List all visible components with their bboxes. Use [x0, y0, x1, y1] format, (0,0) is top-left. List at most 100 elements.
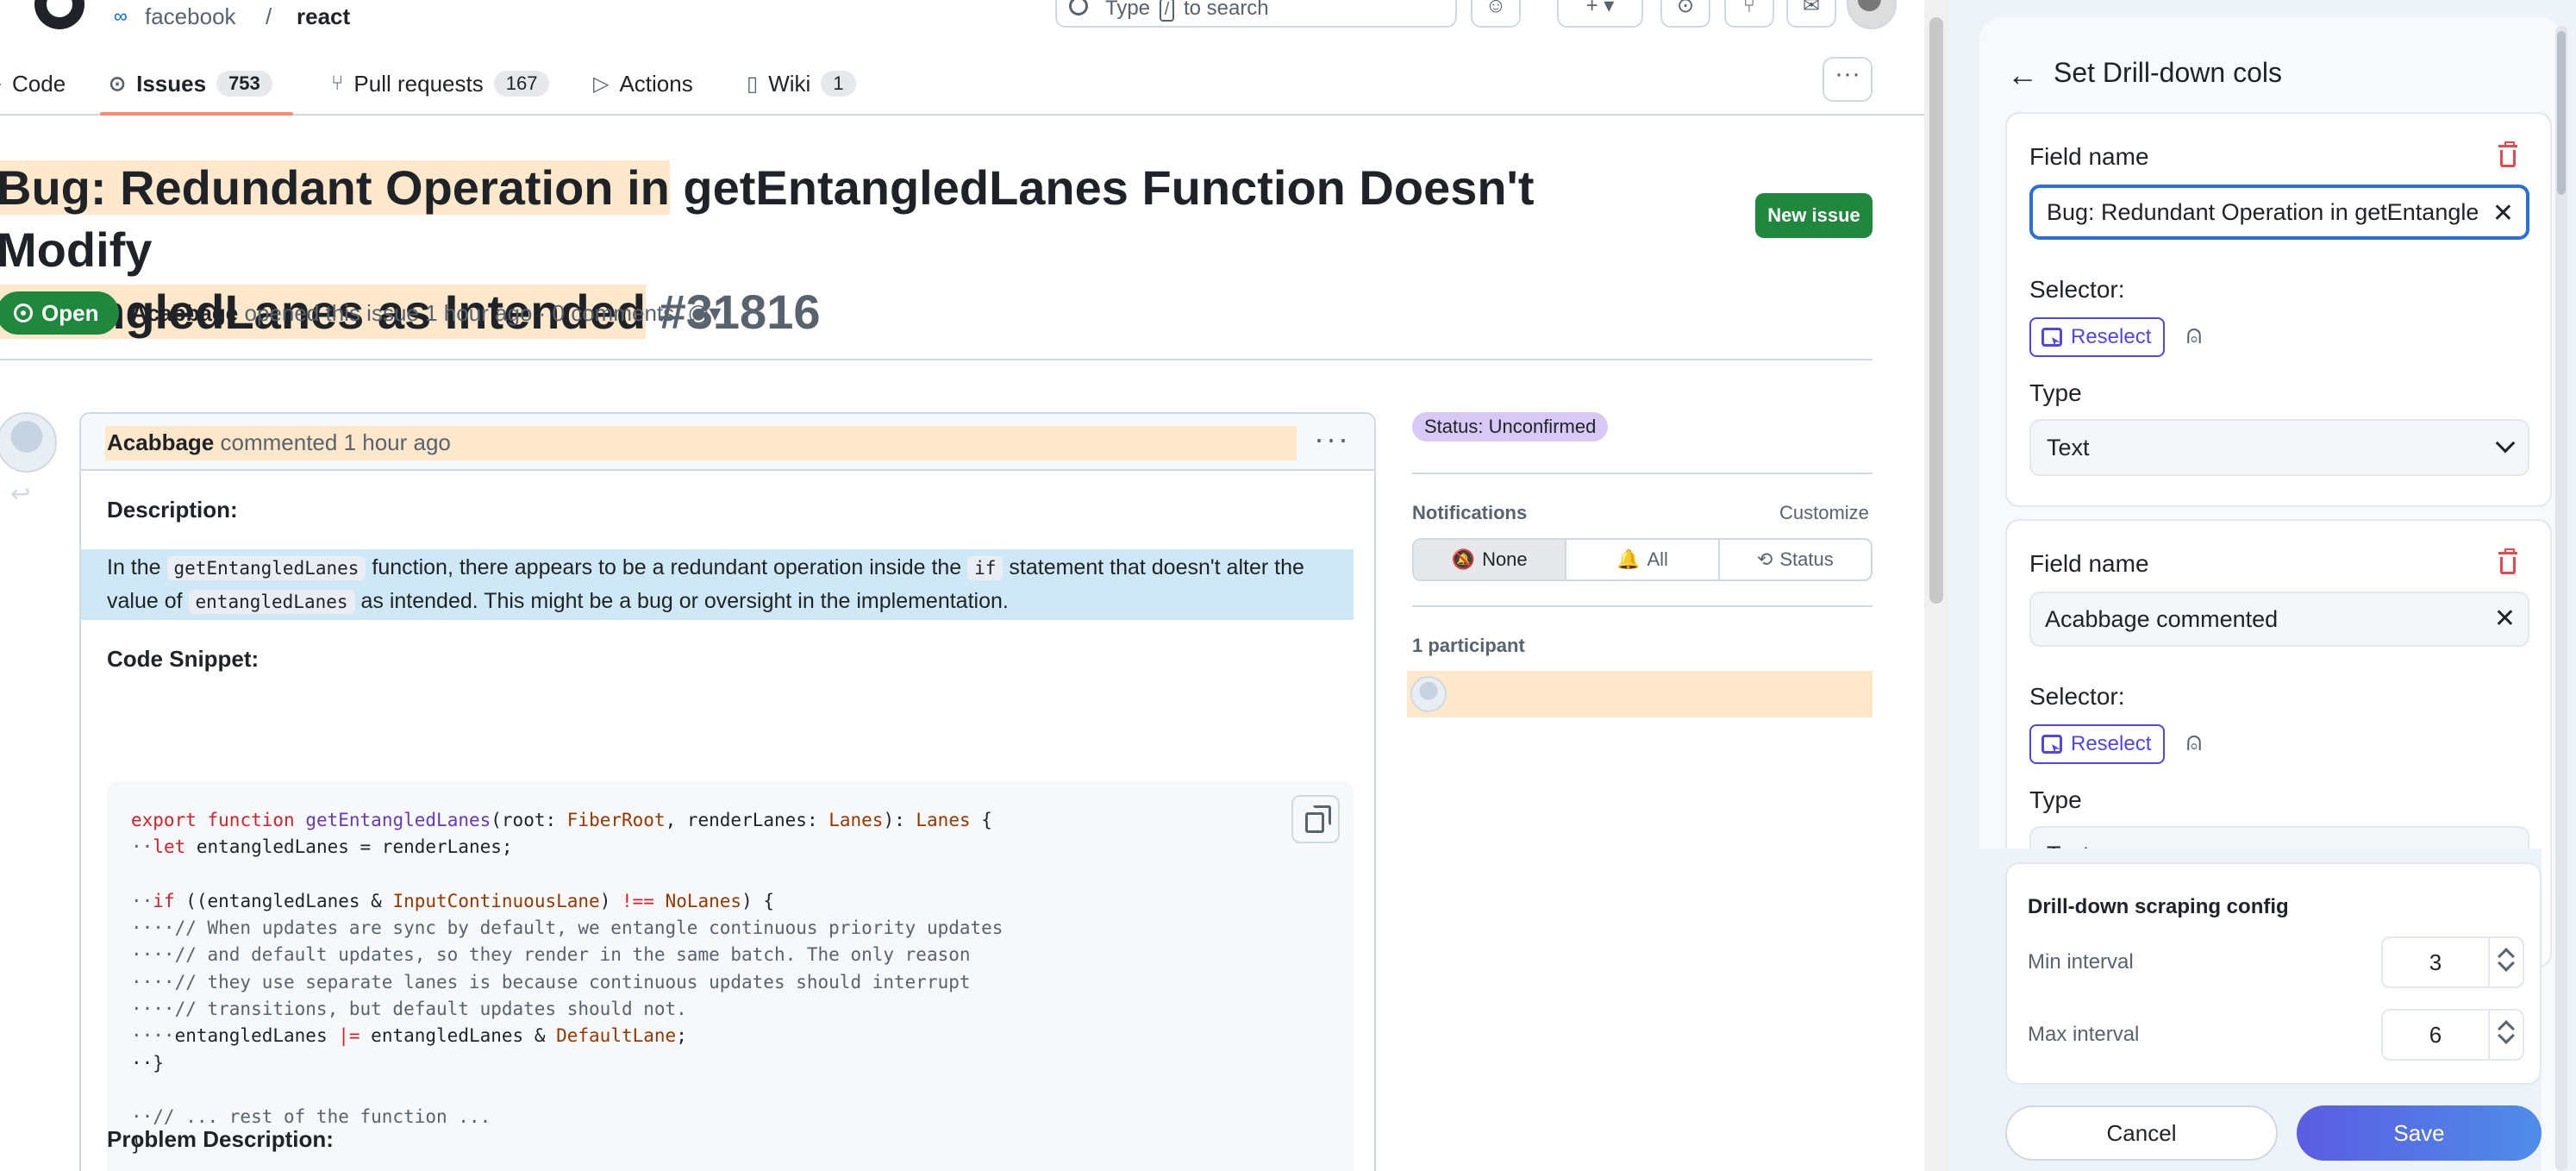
inbox-icon[interactable]: ✉ [1786, 0, 1836, 28]
field-name-input[interactable]: ✕ [2029, 185, 2529, 240]
comment-header: Acabbage commented 1 hour ago ··· [81, 414, 1374, 471]
trash-icon[interactable] [2497, 548, 2519, 574]
tab-wiki[interactable]: ▯ Wiki 1 [747, 62, 856, 105]
active-tab-underline [100, 112, 293, 116]
comment-timestamp[interactable]: commented 1 hour ago [221, 429, 451, 455]
back-arrow-icon[interactable]: ← [2007, 57, 2038, 93]
field-name-label: Field name [2029, 143, 2149, 170]
code-icon: › [0, 72, 2, 96]
avatar[interactable] [1410, 676, 1447, 712]
type-label: Type [2029, 786, 2082, 813]
max-interval-label: Max interval [2028, 1023, 2140, 1046]
sidebar-divider [1412, 473, 1873, 474]
tab-label: Actions [619, 70, 693, 97]
kebab-menu-icon[interactable]: ··· [1823, 57, 1873, 102]
inline-code: getEntangledLanes [166, 556, 366, 580]
breadcrumb-owner[interactable]: facebook [145, 3, 236, 30]
tab-counter: 753 [216, 71, 272, 97]
reply-icon: ↩ [10, 480, 31, 507]
copilot-icon[interactable]: ☺ [1471, 0, 1521, 28]
participants-row [1407, 671, 1873, 717]
reselect-button[interactable]: Reselect [2029, 724, 2166, 764]
issue-comment: Acabbage commented 1 hour ago ··· Descri… [79, 412, 1376, 1171]
search-input[interactable]: Type / to search [1055, 0, 1457, 28]
field-name-text[interactable] [2045, 593, 2476, 645]
type-select[interactable]: Text [2029, 419, 2529, 476]
copy-icon[interactable] [1291, 795, 1340, 843]
title-highlight: Bug: Redundant Operation in [0, 160, 670, 215]
user-avatar[interactable] [1847, 0, 1897, 29]
text: In the [107, 555, 167, 579]
max-interval-value[interactable]: 6 [2383, 1011, 2490, 1059]
status-badge[interactable]: Status: Unconfirmed [1412, 412, 1609, 441]
trash-icon[interactable] [2497, 141, 2519, 167]
code-text: export function getEntangledLanes(root: … [131, 810, 1004, 1155]
search-placeholder: Type / to search [1105, 0, 1269, 22]
eye-icon[interactable]: ◉▾ [688, 298, 722, 327]
target-icon[interactable]: ⍝ [2186, 728, 2202, 757]
target-icon[interactable]: ⍝ [2186, 321, 2202, 350]
repo-nav-tabs: › Code ⊙ Issues 753 ⑂ Pull requests 167 … [0, 52, 1924, 116]
scraping-config-footer: Drill-down scraping config Min interval … [1979, 849, 2542, 1171]
reselect-label: Reselect [2071, 325, 2152, 348]
tab-counter: 1 [821, 71, 856, 97]
notifications-title: Notifications [1412, 502, 1528, 523]
header-divider [0, 359, 1873, 360]
tab-label: Pull requests [353, 70, 484, 97]
panel-scrollbar-thumb[interactable] [2557, 31, 2566, 195]
notification-status-button[interactable]: ⟲ Status [1720, 540, 1871, 579]
text: function, there appears to be a redundan… [366, 555, 968, 579]
segment-label: None [1482, 548, 1528, 570]
kebab-menu-icon[interactable]: ··· [1314, 421, 1350, 457]
breadcrumb-repo[interactable]: react [297, 3, 350, 30]
avatar[interactable] [0, 412, 57, 473]
bell-icon: 🔔 [1616, 548, 1641, 570]
github-logo-icon[interactable] [34, 0, 84, 29]
segment-label: Status [1779, 548, 1834, 570]
min-interval-value[interactable]: 3 [2383, 938, 2490, 986]
issue-meta-text: opened this issue 1 hour ago · 0 comment… [244, 300, 675, 326]
type-label: Type [2029, 379, 2082, 406]
notification-all-button[interactable]: 🔔 All [1566, 540, 1720, 579]
type-value: Text [2047, 435, 2090, 460]
issue-state-badge: Open [0, 291, 120, 335]
issues-icon[interactable]: ⊙ [1660, 0, 1710, 28]
text: as intended. This might be a bug or over… [354, 589, 1009, 613]
tab-label: Wiki [768, 70, 811, 97]
inline-code: if [967, 556, 1004, 580]
pull-requests-icon[interactable]: ⑂ [1724, 0, 1774, 28]
min-interval-stepper[interactable]: 3 [2381, 936, 2524, 988]
tab-actions[interactable]: ▷ Actions [593, 62, 693, 105]
sidebar-divider [1412, 605, 1873, 607]
tab-pull-requests[interactable]: ⑂ Pull requests 167 [331, 62, 550, 105]
reselect-button[interactable]: Reselect [2029, 317, 2166, 357]
close-icon[interactable]: ✕ [2492, 198, 2514, 229]
config-card: Drill-down scraping config Min interval … [2005, 862, 2542, 1085]
close-icon[interactable]: ✕ [2494, 604, 2516, 635]
issue-author[interactable]: Acabbage [131, 300, 238, 326]
github-issue-page: ∞ facebook / react Type / to search ☺ + … [0, 0, 1924, 1171]
field-card: Field name ✕ Selector: Reselect ⍝ Type T… [2005, 112, 2552, 507]
save-button[interactable]: Save [2297, 1105, 2542, 1161]
scrollbar-thumb[interactable] [1929, 17, 1943, 604]
participants-title: 1 participant [1412, 635, 1525, 656]
breadcrumb-separator: / [266, 3, 272, 29]
chevron-down-icon [2495, 433, 2516, 454]
page-scrollbar[interactable] [1924, 0, 1948, 1171]
book-icon: ▯ [747, 72, 759, 96]
new-issue-button[interactable]: New issue [1755, 193, 1873, 238]
tab-code[interactable]: › Code [0, 62, 66, 105]
field-name-text[interactable] [2047, 188, 2478, 236]
field-name-input[interactable]: ✕ [2029, 592, 2529, 647]
customize-link[interactable]: Customize [1779, 502, 1869, 524]
field-name-label: Field name [2029, 550, 2149, 577]
max-interval-stepper[interactable]: 6 [2381, 1009, 2524, 1061]
issue-opened-icon [14, 304, 33, 322]
bell-slash-icon: 🔕 [1451, 548, 1476, 570]
panel-scrollbar[interactable] [2555, 26, 2567, 1171]
tab-issues[interactable]: ⊙ Issues 753 [109, 62, 272, 105]
create-new-icon[interactable]: + ▾ [1557, 0, 1643, 28]
cancel-button[interactable]: Cancel [2005, 1105, 2278, 1161]
comment-author-name[interactable]: Acabbage [107, 429, 214, 455]
notification-none-button[interactable]: 🔕 None [1414, 540, 1567, 579]
